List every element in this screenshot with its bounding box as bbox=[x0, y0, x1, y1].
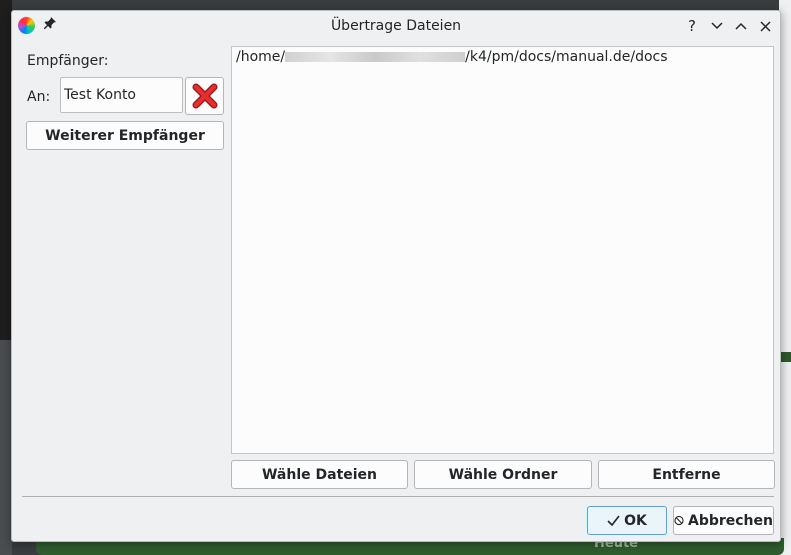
remove-file-button[interactable]: Entferne bbox=[598, 460, 775, 489]
to-label: An: bbox=[27, 89, 51, 105]
choose-folder-button[interactable]: Wähle Ordner bbox=[414, 460, 592, 489]
cancel-button[interactable]: Abbrechen bbox=[673, 506, 774, 535]
add-recipient-button[interactable]: Weiterer Empfänger bbox=[26, 121, 224, 150]
maximize-button[interactable] bbox=[731, 15, 751, 37]
cancel-label: Abbrechen bbox=[687, 512, 773, 529]
file-path-suffix: /k4/pm/docs/manual.de/docs bbox=[465, 49, 668, 65]
choose-files-button[interactable]: Wähle Dateien bbox=[231, 460, 408, 489]
redacted-segment bbox=[285, 52, 466, 62]
window-title: Übertrage Dateien bbox=[330, 18, 462, 34]
recipient-input[interactable] bbox=[60, 77, 183, 113]
remove-recipient-button[interactable] bbox=[185, 77, 224, 115]
file-path-prefix: /home/ bbox=[236, 49, 286, 65]
red-x-icon bbox=[192, 83, 217, 109]
footer-separator bbox=[22, 496, 774, 497]
checkmark-icon bbox=[607, 515, 620, 526]
ok-button[interactable]: OK bbox=[587, 506, 667, 535]
cancel-icon bbox=[674, 515, 684, 526]
titlebar: Übertrage Dateien ? bbox=[12, 11, 780, 41]
recipients-label: Empfänger: bbox=[27, 53, 109, 69]
help-button[interactable]: ? bbox=[682, 15, 702, 37]
minimize-button[interactable] bbox=[707, 15, 727, 37]
file-list-item[interactable]: /home/ /k4/pm/docs/manual.de/docs bbox=[236, 49, 668, 65]
ok-label: OK bbox=[624, 512, 647, 529]
file-list[interactable]: /home/ /k4/pm/docs/manual.de/docs bbox=[231, 46, 774, 454]
close-button[interactable] bbox=[755, 15, 775, 37]
transfer-files-dialog: Übertrage Dateien ? Empfänger: An: Weite… bbox=[11, 10, 781, 542]
